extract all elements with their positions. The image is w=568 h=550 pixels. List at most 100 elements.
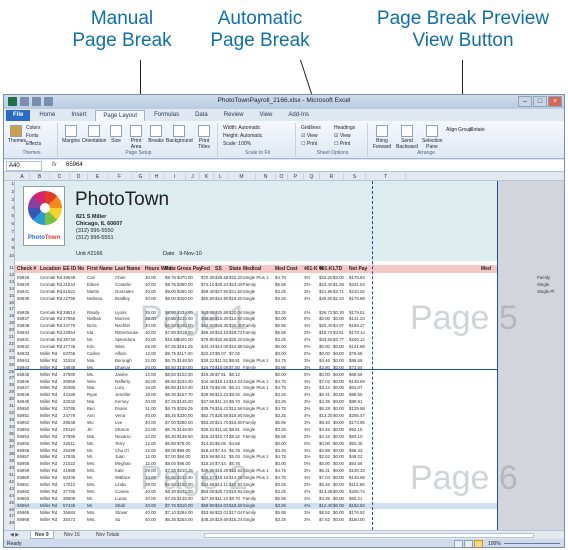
horizontal-scrollbar[interactable] (204, 533, 534, 538)
table-cell[interactable]: Cermak Rd (40, 289, 62, 295)
send-backward-button[interactable]: Send Backward (396, 125, 418, 150)
row-header[interactable]: 7 (4, 229, 15, 234)
table-cell[interactable]: $6.31 (319, 468, 330, 474)
table-cell[interactable]: Mrs. (87, 517, 96, 523)
table-cell[interactable]: Miller Rd (40, 372, 57, 378)
table-cell[interactable]: $16.80 (229, 420, 242, 426)
table-cell[interactable]: Single (243, 448, 255, 454)
table-cell[interactable]: 65949 (17, 399, 29, 405)
table-cell[interactable]: $176.83 (349, 275, 365, 281)
background-button[interactable]: Background (166, 125, 193, 144)
table-cell[interactable]: $0.00 (333, 475, 344, 481)
row-header[interactable]: 5 (4, 213, 15, 218)
table-cell[interactable]: $6.50 (165, 379, 176, 385)
table-cell[interactable]: 32032 (63, 399, 75, 405)
table-cell[interactable]: $3.77 (333, 337, 344, 343)
row-header[interactable]: 47 (4, 513, 15, 518)
table-row[interactable]: 65943 Miller Rd 31524 Mia Borough 22.00 $6.75 $… (15, 358, 497, 364)
table-cell[interactable]: 32511 (63, 441, 75, 447)
table-cell[interactable]: 65945 (17, 372, 29, 378)
table-cell[interactable]: $0.00 (275, 461, 286, 467)
table-cell[interactable]: $7.62 (319, 517, 330, 523)
table-cell[interactable]: $8.70 (229, 399, 240, 405)
table-cell[interactable]: 25.00 (145, 344, 156, 350)
table-cell[interactable]: Jennifer (115, 392, 131, 398)
table-cell[interactable]: 65941 (17, 289, 29, 295)
table-cell[interactable]: $176.52 (349, 510, 365, 516)
row-header[interactable]: 3 (4, 197, 15, 202)
table-cell[interactable]: Single (243, 427, 255, 433)
table-cell[interactable]: Kale (115, 468, 124, 474)
table-cell[interactable]: $113.68 (349, 482, 365, 488)
bring-forward-button[interactable]: Bring Forward (372, 125, 392, 150)
table-cell[interactable]: $68.59 (349, 372, 362, 378)
column-header[interactable]: N (256, 173, 276, 181)
table-cell[interactable]: $0.00 (333, 316, 344, 322)
table-cell[interactable]: $7.25 (165, 344, 176, 350)
sheet-tab-nov-9[interactable]: Nov 9 (30, 531, 54, 539)
table-cell[interactable]: 65962 (17, 489, 29, 495)
table-cell[interactable]: 3% (304, 385, 310, 391)
table-cell[interactable]: $0.00 (333, 517, 344, 523)
table-cell[interactable]: 65953 (17, 427, 29, 433)
table-cell[interactable]: $0.30 (333, 310, 344, 316)
table-cell[interactable]: $360.00 (177, 289, 193, 295)
table-cell[interactable]: $24.03 (215, 503, 228, 509)
table-cell[interactable]: $12.56 (229, 406, 242, 412)
print-area-edge[interactable] (497, 181, 498, 530)
row-header[interactable]: 45 (4, 500, 15, 505)
column-header[interactable]: R (320, 173, 344, 181)
table-cell[interactable]: Mrs. (87, 510, 96, 516)
table-cell[interactable]: Mia (87, 399, 94, 405)
table-cell[interactable]: 40.00 (145, 420, 156, 426)
table-cell[interactable]: $14.04 (229, 379, 242, 385)
table-cell[interactable]: $6.75 (165, 358, 176, 364)
table-cell[interactable]: $7.00 (165, 420, 176, 426)
table-cell[interactable]: $0.00 (333, 434, 344, 440)
table-cell[interactable]: 37990 (63, 372, 75, 378)
table-cell[interactable]: $0.00 (333, 406, 344, 412)
table-cell[interactable]: 3% (304, 358, 310, 364)
table-cell[interactable]: Bradley (115, 296, 130, 302)
align-button[interactable]: Align (446, 127, 457, 134)
table-cell[interactable]: Cermak Rd (40, 282, 62, 288)
table-cell[interactable]: Sharon (115, 427, 129, 433)
table-cell[interactable]: 65932 (17, 344, 29, 350)
sheet-nav-arrows[interactable]: ◀ ▶ (6, 531, 23, 539)
table-cell[interactable]: Terry (115, 441, 125, 447)
table-cell[interactable]: $0.00 (333, 454, 344, 460)
table-cell[interactable]: $121.88 (349, 344, 365, 350)
zoom-slider[interactable] (504, 543, 560, 544)
table-cell[interactable]: $145.59 (349, 379, 365, 385)
table-cell[interactable]: 40.00 (145, 275, 156, 281)
table-cell[interactable]: 3% (304, 323, 310, 329)
table-cell[interactable]: Costello (115, 282, 131, 288)
table-cell[interactable]: Miller Rd (40, 427, 57, 433)
table-cell[interactable]: $20.40 (319, 323, 332, 329)
table-cell[interactable]: Mr. (87, 475, 93, 481)
table-cell[interactable]: 38648 (63, 275, 75, 281)
table-cell[interactable]: $148.50 (177, 427, 193, 433)
row-header[interactable]: 23 (4, 348, 15, 353)
table-cell[interactable]: $18.24 (201, 448, 214, 454)
table-cell[interactable]: Miller Rd (40, 413, 57, 419)
table-cell[interactable]: $8.32 (229, 434, 240, 440)
row-header[interactable]: 39 (4, 458, 15, 463)
table-cell[interactable]: 60435 (63, 475, 75, 481)
table-cell[interactable]: Ida (87, 330, 93, 336)
table-cell[interactable]: 65929 (17, 275, 29, 281)
table-row[interactable]: 65933 Miller Rd 63756 Carlos Alfaro 12.00 $9.7… (15, 351, 497, 357)
table-cell[interactable]: $0.00 (333, 420, 344, 426)
table-cell[interactable]: $25.60 (319, 296, 332, 302)
table-cell[interactable]: $19.38 (201, 372, 214, 378)
table-cell[interactable]: $4.75 (275, 468, 286, 474)
table-cell[interactable]: $28.22 (201, 427, 214, 433)
table-cell[interactable]: $0.00 (275, 344, 286, 350)
table-cell[interactable]: $5.95 (275, 434, 286, 440)
table-cell[interactable]: Miller Rd (40, 496, 57, 502)
table-cell[interactable]: $9.07 (215, 351, 226, 357)
medical-plan-cell[interactable]: Single (537, 282, 564, 288)
page-layout-view-button[interactable] (464, 540, 473, 547)
table-cell[interactable]: $6.50 (165, 385, 176, 391)
table-cell[interactable]: $44.46 (201, 379, 214, 385)
